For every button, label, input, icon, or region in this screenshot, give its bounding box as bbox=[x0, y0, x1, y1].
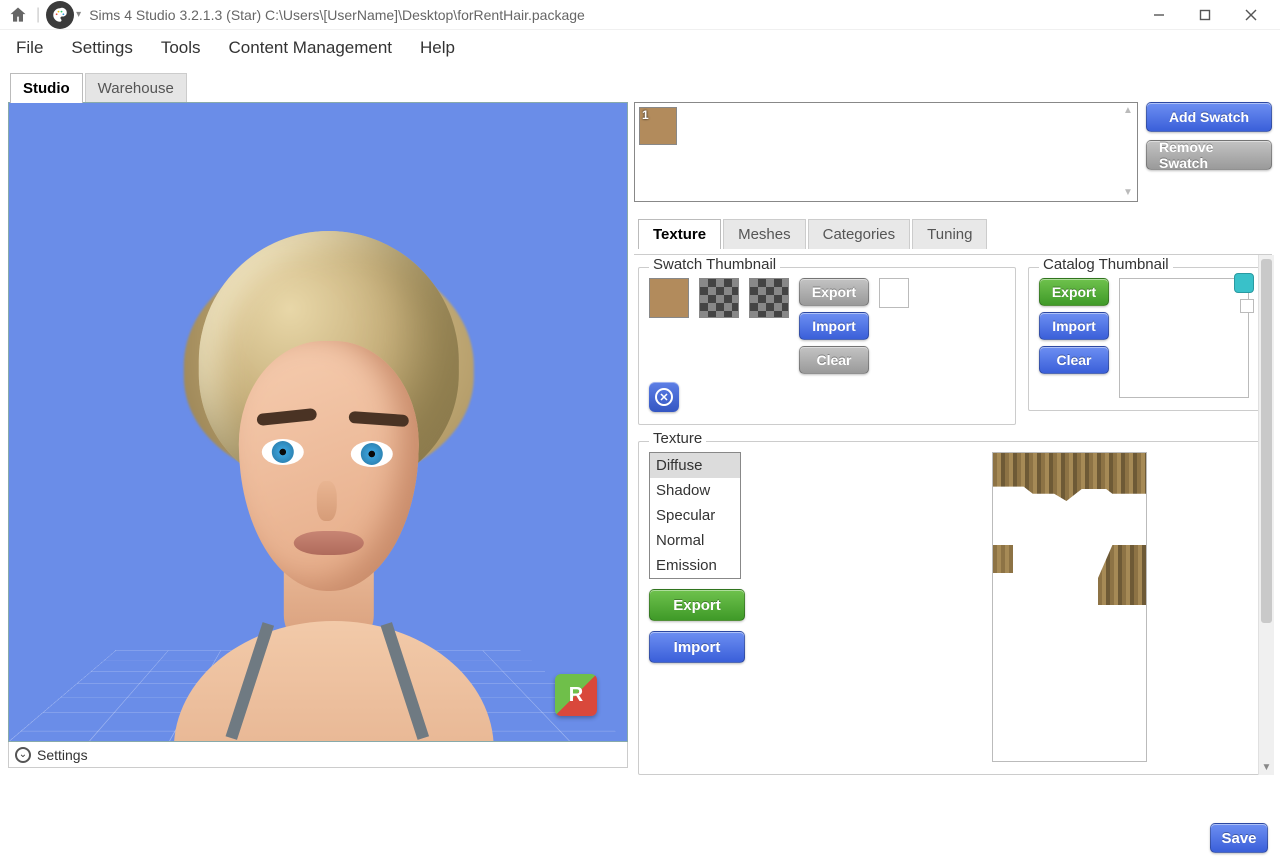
swatch-thumb-checker-2[interactable] bbox=[749, 278, 789, 318]
preview-settings-label: Settings bbox=[37, 747, 88, 763]
menu-help[interactable]: Help bbox=[416, 34, 459, 62]
swatch-thumb-clear-button[interactable]: Clear bbox=[799, 346, 869, 374]
inspector-panel: 1 ▲ ▼ Add Swatch Remove Swatch Texture M… bbox=[634, 102, 1272, 772]
menu-file[interactable]: File bbox=[12, 34, 47, 62]
swatch-thumbnail-row: Export Import Clear bbox=[649, 278, 1005, 374]
palette-icon[interactable] bbox=[46, 1, 74, 29]
texture-type-list[interactable]: Diffuse Shadow Specular Normal Emission bbox=[649, 452, 741, 579]
save-button-container: Save bbox=[1210, 823, 1268, 853]
catalog-thumbnail-legend: Catalog Thumbnail bbox=[1039, 256, 1173, 273]
texture-import-button[interactable]: Import bbox=[649, 631, 745, 663]
texture-item-specular[interactable]: Specular bbox=[650, 503, 740, 528]
catalog-thumb-preview[interactable] bbox=[1119, 278, 1249, 398]
texture-item-shadow[interactable]: Shadow bbox=[650, 478, 740, 503]
main-tab-strip: Studio Warehouse bbox=[0, 72, 1280, 102]
tab-studio[interactable]: Studio bbox=[10, 73, 83, 103]
remove-swatch-button[interactable]: Remove Swatch bbox=[1146, 140, 1272, 170]
minimize-button[interactable] bbox=[1136, 1, 1182, 29]
title-bar: | ▾ Sims 4 Studio 3.2.1.3 (Star) C:\User… bbox=[0, 0, 1280, 30]
preview-settings-toggle[interactable]: ⌄ Settings bbox=[8, 742, 628, 768]
scrollbar-thumb[interactable] bbox=[1261, 259, 1272, 623]
swatch-item[interactable]: 1 bbox=[639, 107, 677, 145]
maximize-button[interactable] bbox=[1182, 1, 1228, 29]
texture-item-normal[interactable]: Normal bbox=[650, 528, 740, 553]
catalog-thumb-import-button[interactable]: Import bbox=[1039, 312, 1109, 340]
catalog-badge-icon bbox=[1234, 273, 1254, 293]
menu-tools[interactable]: Tools bbox=[157, 34, 205, 62]
swatch-number: 1 bbox=[642, 108, 649, 122]
preview-panel: R ⌄ Settings bbox=[8, 102, 628, 772]
save-button[interactable]: Save bbox=[1210, 823, 1268, 853]
catalog-thumb-buttons: Export Import Clear bbox=[1039, 278, 1109, 398]
window-controls bbox=[1136, 1, 1274, 29]
swatch-thumb-empty-slot[interactable] bbox=[879, 278, 909, 308]
texture-item-emission[interactable]: Emission bbox=[650, 553, 740, 578]
model-preview[interactable]: R bbox=[8, 102, 628, 742]
texture-item-diffuse[interactable]: Diffuse bbox=[650, 453, 740, 478]
home-icon[interactable] bbox=[6, 3, 30, 27]
swatch-thumb-export-button[interactable]: Export bbox=[799, 278, 869, 306]
swatch-thumbnail-group: Swatch Thumbnail Export Import Clear ✕ bbox=[638, 267, 1016, 425]
scroll-down-icon[interactable]: ▼ bbox=[1259, 762, 1274, 773]
swatch-thumb-checker-1[interactable] bbox=[699, 278, 739, 318]
character bbox=[79, 191, 539, 742]
texture-row: Diffuse Shadow Specular Normal Emission … bbox=[649, 452, 1257, 762]
swatch-thumbnail-legend: Swatch Thumbnail bbox=[649, 256, 780, 273]
separator: | bbox=[30, 6, 46, 24]
subtab-texture[interactable]: Texture bbox=[638, 219, 721, 249]
texture-export-button[interactable]: Export bbox=[649, 589, 745, 621]
thumbnail-groups: Swatch Thumbnail Export Import Clear ✕ bbox=[638, 259, 1268, 425]
subtab-body: Swatch Thumbnail Export Import Clear ✕ bbox=[634, 254, 1272, 775]
menu-content-management[interactable]: Content Management bbox=[225, 34, 397, 62]
swatch-thumb-import-button[interactable]: Import bbox=[799, 312, 869, 340]
subtab-meshes[interactable]: Meshes bbox=[723, 219, 806, 249]
subtab-tuning[interactable]: Tuning bbox=[912, 219, 987, 249]
texture-buttons: Export Import bbox=[649, 589, 745, 663]
swatch-row: 1 ▲ ▼ Add Swatch Remove Swatch bbox=[634, 102, 1272, 202]
swatch-thumb-buttons: Export Import Clear bbox=[799, 278, 869, 374]
swatch-buttons: Add Swatch Remove Swatch bbox=[1146, 102, 1272, 202]
chevron-down-icon: ⌄ bbox=[15, 747, 31, 763]
tab-warehouse[interactable]: Warehouse bbox=[85, 73, 187, 103]
swatch-list[interactable]: 1 ▲ ▼ bbox=[634, 102, 1138, 202]
catalog-thumbnail-group: Catalog Thumbnail Export Import Clear bbox=[1028, 267, 1268, 411]
inspector-scrollbar[interactable]: ▼ bbox=[1258, 255, 1274, 775]
rotate-cube-icon[interactable]: R bbox=[555, 674, 597, 716]
close-button[interactable] bbox=[1228, 1, 1274, 29]
texture-group: Texture Diffuse Shadow Specular Normal E… bbox=[638, 441, 1268, 775]
swatch-thumb-color[interactable] bbox=[649, 278, 689, 318]
catalog-thumb-export-button[interactable]: Export bbox=[1039, 278, 1109, 306]
delete-swatch-thumb-icon[interactable]: ✕ bbox=[649, 382, 679, 412]
catalog-empty-slot[interactable] bbox=[1240, 299, 1254, 313]
window-title: Sims 4 Studio 3.2.1.3 (Star) C:\Users\[U… bbox=[89, 7, 585, 23]
catalog-thumb-clear-button[interactable]: Clear bbox=[1039, 346, 1109, 374]
menu-bar: File Settings Tools Content Management H… bbox=[0, 30, 1280, 66]
menu-settings[interactable]: Settings bbox=[67, 34, 136, 62]
chevron-down-icon[interactable]: ▾ bbox=[76, 9, 81, 20]
scroll-up-icon[interactable]: ▲ bbox=[1121, 105, 1135, 117]
texture-legend: Texture bbox=[649, 430, 706, 447]
sub-tab-strip: Texture Meshes Categories Tuning bbox=[634, 218, 1272, 248]
content-area: R ⌄ Settings 1 ▲ ▼ Add Swatch Remove Swa… bbox=[0, 102, 1280, 772]
add-swatch-button[interactable]: Add Swatch bbox=[1146, 102, 1272, 132]
scroll-down-icon[interactable]: ▼ bbox=[1121, 187, 1135, 199]
texture-preview[interactable] bbox=[992, 452, 1147, 762]
subtab-categories[interactable]: Categories bbox=[808, 219, 911, 249]
